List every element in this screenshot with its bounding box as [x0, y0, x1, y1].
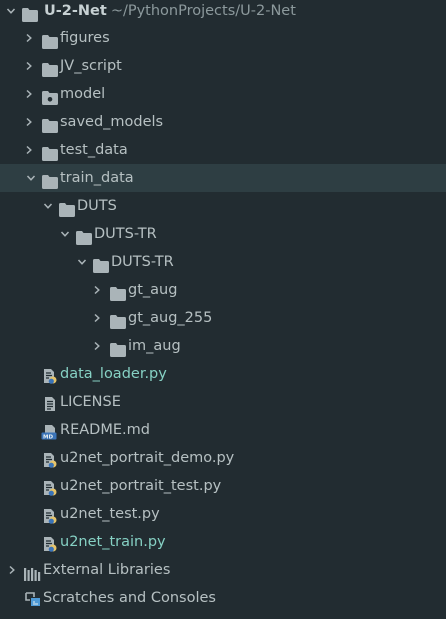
chevron-down-icon[interactable] — [25, 164, 37, 192]
tree-folder-gt-aug[interactable]: gt_aug — [0, 276, 446, 304]
tree-item-label: model — [60, 86, 106, 102]
tree-item-label: figures — [60, 30, 110, 46]
tree-item-label: External Libraries — [43, 562, 171, 578]
tree-folder-duts-tr[interactable]: DUTS-TR — [0, 220, 446, 248]
tree-folder-duts-tr-inner[interactable]: DUTS-TR — [0, 248, 446, 276]
package-folder-icon — [42, 87, 58, 105]
folder-icon — [42, 115, 58, 133]
folder-icon — [42, 31, 58, 49]
chevron-right-icon[interactable] — [91, 304, 103, 332]
folder-icon — [22, 4, 38, 22]
tree-item-label: DUTS-TR — [94, 226, 157, 242]
project-name: U-2-Net — [44, 3, 107, 19]
chevron-down-icon[interactable] — [42, 192, 54, 220]
tree-item-label: u2net_portrait_test.py — [60, 478, 222, 494]
tree-item-label: gt_aug — [128, 282, 178, 298]
python-file-icon — [42, 478, 58, 496]
text-file-icon — [42, 394, 58, 411]
tree-item-label: data_loader.py — [60, 366, 167, 382]
python-file-icon — [42, 366, 58, 384]
tree-item-label: u2net_portrait_demo.py — [60, 450, 235, 466]
chevron-down-icon[interactable] — [5, 0, 17, 25]
tree-folder-figures[interactable]: figures — [0, 24, 446, 52]
tree-file-readme[interactable]: MD README.md — [0, 416, 446, 444]
folder-icon — [42, 171, 58, 189]
tree-item-label: train_data — [60, 170, 134, 186]
chevron-down-icon[interactable] — [59, 220, 71, 248]
tree-item-label: DUTS-TR — [111, 254, 174, 270]
tree-file-license[interactable]: LICENSE — [0, 388, 446, 416]
chevron-right-icon[interactable] — [23, 136, 35, 164]
tree-item-label: u2net_test.py — [60, 506, 160, 522]
tree-item-label: DUTS — [77, 198, 117, 214]
tree-folder-im-aug[interactable]: im_aug — [0, 332, 446, 360]
chevron-right-icon[interactable] — [23, 80, 35, 108]
folder-icon — [110, 311, 126, 329]
folder-icon — [59, 199, 75, 217]
tree-folder-jv-script[interactable]: JV_script — [0, 52, 446, 80]
tree-scratches-and-consoles[interactable]: Scratches and Consoles — [0, 584, 446, 612]
project-tree: U-2-Net ~/PythonProjects/U-2-Net figures … — [0, 0, 446, 619]
folder-icon — [76, 227, 92, 245]
tree-item-label: LICENSE — [60, 394, 121, 410]
tree-item-label: gt_aug_255 — [128, 310, 213, 326]
library-icon — [24, 563, 42, 581]
folder-icon — [42, 143, 58, 161]
tree-item-label: saved_models — [60, 114, 164, 130]
python-file-icon — [42, 534, 58, 552]
chevron-right-icon[interactable] — [6, 556, 18, 584]
tree-file-data-loader[interactable]: data_loader.py — [0, 360, 446, 388]
markdown-file-icon: MD — [41, 422, 59, 440]
chevron-right-icon[interactable] — [91, 276, 103, 304]
svg-text:MD: MD — [43, 434, 53, 440]
tree-folder-duts[interactable]: DUTS — [0, 192, 446, 220]
tree-file-u2net-portrait-demo[interactable]: u2net_portrait_demo.py — [0, 444, 446, 472]
python-file-icon — [42, 506, 58, 524]
tree-item-label: README.md — [60, 422, 150, 438]
scratches-icon — [24, 589, 42, 606]
tree-external-libraries[interactable]: External Libraries — [0, 556, 446, 584]
python-file-icon — [42, 450, 58, 468]
tree-file-u2net-train[interactable]: u2net_train.py — [0, 528, 446, 556]
chevron-right-icon[interactable] — [23, 24, 35, 52]
tree-item-label: u2net_train.py — [60, 534, 166, 550]
tree-item-label: im_aug — [128, 338, 181, 354]
tree-folder-test-data[interactable]: test_data — [0, 136, 446, 164]
folder-icon — [110, 283, 126, 301]
folder-icon — [42, 59, 58, 77]
tree-file-u2net-portrait-test[interactable]: u2net_portrait_test.py — [0, 472, 446, 500]
tree-item-label: Scratches and Consoles — [43, 590, 216, 606]
chevron-down-icon[interactable] — [76, 248, 88, 276]
tree-folder-model[interactable]: model — [0, 80, 446, 108]
project-path: ~/PythonProjects/U-2-Net — [110, 3, 296, 19]
tree-folder-saved-models[interactable]: saved_models — [0, 108, 446, 136]
tree-item-label: test_data — [60, 142, 128, 158]
chevron-right-icon[interactable] — [91, 332, 103, 360]
chevron-right-icon[interactable] — [23, 52, 35, 80]
tree-item-label: JV_script — [60, 58, 122, 74]
tree-folder-train-data[interactable]: train_data — [0, 164, 446, 192]
chevron-right-icon[interactable] — [23, 108, 35, 136]
folder-icon — [93, 255, 109, 273]
tree-root-u2net[interactable]: U-2-Net ~/PythonProjects/U-2-Net — [0, 0, 446, 25]
tree-folder-gt-aug-255[interactable]: gt_aug_255 — [0, 304, 446, 332]
folder-icon — [110, 339, 126, 357]
tree-file-u2net-test[interactable]: u2net_test.py — [0, 500, 446, 528]
